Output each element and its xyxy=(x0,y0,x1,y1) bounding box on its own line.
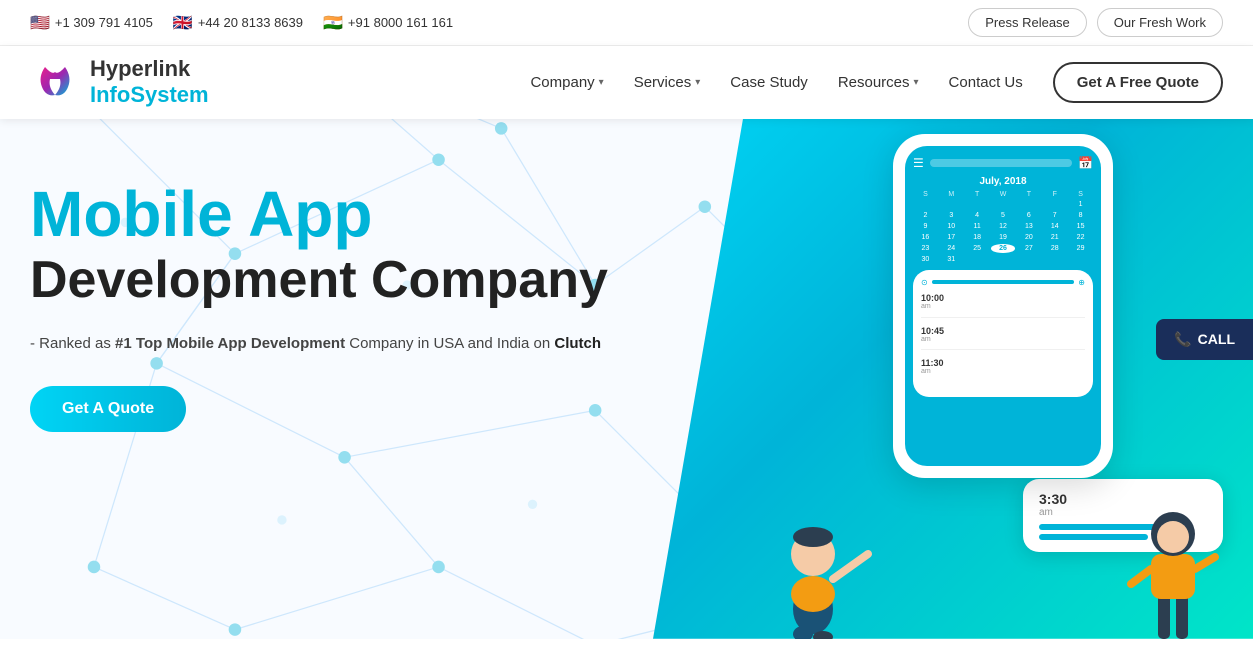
nav-company[interactable]: Company ▾ xyxy=(530,66,603,99)
phone-calendar-icon: 📅 xyxy=(1078,156,1093,170)
nav-case-study[interactable]: Case Study xyxy=(730,66,808,99)
chevron-down-icon: ▾ xyxy=(695,77,700,88)
phone-dates-row3: 9 10 11 12 13 14 15 xyxy=(913,222,1093,231)
phone-menu-icon: ☰ xyxy=(913,156,924,170)
chevron-down-icon: ▾ xyxy=(599,77,604,88)
nav-services[interactable]: Services ▾ xyxy=(634,66,701,99)
phone-dates-row5: 23 24 25 26 27 28 29 xyxy=(913,244,1093,253)
get-quote-button[interactable]: Get A Quote xyxy=(30,386,186,432)
phone-time-1045: 10:45 am xyxy=(921,326,1085,350)
phone-numbers: 🇺🇸 +1 309 791 4105 🇬🇧 +44 20 8133 8639 🇮… xyxy=(30,13,453,33)
phone-time-1130: 11:30 am xyxy=(921,358,1085,381)
phone-mockup-area: ☰ 📅 July, 2018 S M T W T F S xyxy=(893,134,1113,478)
phone-day-labels: S M T W T F S xyxy=(913,191,1093,198)
call-button[interactable]: 📞 CALL xyxy=(1156,319,1253,360)
logo-hyperlink: Hyperlink xyxy=(90,56,209,82)
in-phone-link[interactable]: +91 8000 161 161 xyxy=(348,15,453,30)
logo[interactable]: Hyperlink InfoSystem xyxy=(30,56,209,109)
logo-text: Hyperlink InfoSystem xyxy=(90,56,209,109)
us-flag: 🇺🇸 xyxy=(30,13,50,33)
phone-in[interactable]: 🇮🇳 +91 8000 161 161 xyxy=(323,13,453,33)
us-phone-link[interactable]: +1 309 791 4105 xyxy=(55,15,153,30)
logo-icon xyxy=(30,57,80,107)
phone-progress-row: ⊙ ⊕ xyxy=(921,278,1085,287)
logo-infosystem: InfoSystem xyxy=(90,82,209,108)
phone-dates-row4: 16 17 18 19 20 21 22 xyxy=(913,233,1093,242)
character-left xyxy=(753,479,873,639)
phone-mockup: ☰ 📅 July, 2018 S M T W T F S xyxy=(893,134,1113,478)
chevron-down-icon: ▾ xyxy=(914,77,919,88)
hero-description: - Ranked as #1 Top Mobile App Developmen… xyxy=(30,332,608,356)
phone-dates-row1: 1 xyxy=(913,200,1093,209)
phone-dates-row6: 30 31 xyxy=(913,255,1093,264)
hero-section: Mobile App Development Company - Ranked … xyxy=(0,119,1253,639)
uk-flag: 🇬🇧 xyxy=(173,13,193,33)
phone-screen: ☰ 📅 July, 2018 S M T W T F S xyxy=(905,146,1101,466)
press-release-button[interactable]: Press Release xyxy=(968,8,1087,37)
hero-content: Mobile App Development Company - Ranked … xyxy=(30,179,608,432)
nav-menu: Company ▾ Services ▾ Case Study Resource… xyxy=(530,62,1223,103)
character-right xyxy=(1123,469,1223,639)
phone-uk[interactable]: 🇬🇧 +44 20 8133 8639 xyxy=(173,13,303,33)
fresh-work-button[interactable]: Our Fresh Work xyxy=(1097,8,1223,37)
phone-progress-bar xyxy=(932,280,1075,284)
top-bar: 🇺🇸 +1 309 791 4105 🇬🇧 +44 20 8133 8639 🇮… xyxy=(0,0,1253,46)
nav-contact[interactable]: Contact Us xyxy=(949,66,1023,99)
phone-month: July, 2018 xyxy=(913,176,1093,187)
phone-us[interactable]: 🇺🇸 +1 309 791 4105 xyxy=(30,13,153,33)
navbar: Hyperlink InfoSystem Company ▾ Services … xyxy=(0,46,1253,119)
top-links: Press Release Our Fresh Work xyxy=(968,8,1223,37)
phone-icon: 📞 xyxy=(1174,331,1191,348)
get-free-quote-button[interactable]: Get A Free Quote xyxy=(1053,62,1223,103)
hero-title-dev-company: Development Company xyxy=(30,249,608,311)
nav-resources[interactable]: Resources ▾ xyxy=(838,66,919,99)
in-flag: 🇮🇳 xyxy=(323,13,343,33)
uk-phone-link[interactable]: +44 20 8133 8639 xyxy=(198,15,303,30)
phone-header: ☰ 📅 xyxy=(913,156,1093,170)
phone-dates-row2: 2 3 4 5 6 7 8 xyxy=(913,211,1093,220)
phone-schedule: ⊙ ⊕ 10:00 am xyxy=(913,270,1093,397)
hero-title-mobile-app: Mobile App xyxy=(30,179,608,249)
phone-time-1000: 10:00 am xyxy=(921,293,1085,318)
phone-header-bar xyxy=(930,159,1072,167)
